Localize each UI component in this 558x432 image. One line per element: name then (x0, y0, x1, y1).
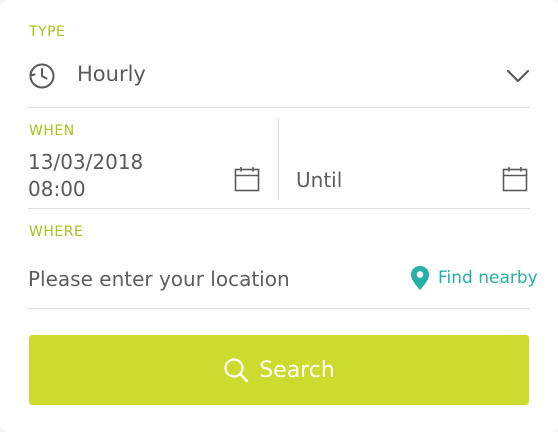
until-date-field[interactable]: Until (296, 146, 530, 204)
divider-when-vertical (278, 118, 279, 200)
search-icon (224, 358, 249, 383)
start-date-value: 13/03/2018 (28, 150, 144, 174)
type-dropdown[interactable]: Hourly (28, 52, 530, 100)
search-form-card: TYPE Hourly WHEN 13/03/2018 08:00 Until (0, 0, 558, 432)
calendar-icon (502, 167, 528, 192)
start-date-field[interactable]: 13/03/2018 08:00 (28, 146, 264, 204)
search-button[interactable]: Search (29, 335, 529, 405)
when-label: WHEN (29, 123, 75, 139)
search-button-label: Search (259, 357, 335, 383)
divider-type (28, 107, 530, 108)
until-placeholder: Until (296, 168, 343, 192)
type-value: Hourly (77, 62, 146, 86)
location-placeholder: Please enter your location (28, 267, 290, 291)
divider-when (28, 208, 530, 209)
start-time-value: 08:00 (28, 177, 86, 201)
find-nearby-label: Find nearby (438, 268, 538, 288)
where-label: WHERE (29, 224, 84, 240)
location-input[interactable]: Please enter your location (28, 258, 398, 302)
calendar-icon (234, 167, 260, 192)
type-label: TYPE (29, 24, 66, 40)
divider-where (28, 308, 530, 309)
location-pin-icon (411, 266, 429, 290)
clock-icon (29, 63, 55, 89)
chevron-down-icon (506, 69, 530, 83)
find-nearby-button[interactable]: Find nearby (410, 262, 538, 294)
